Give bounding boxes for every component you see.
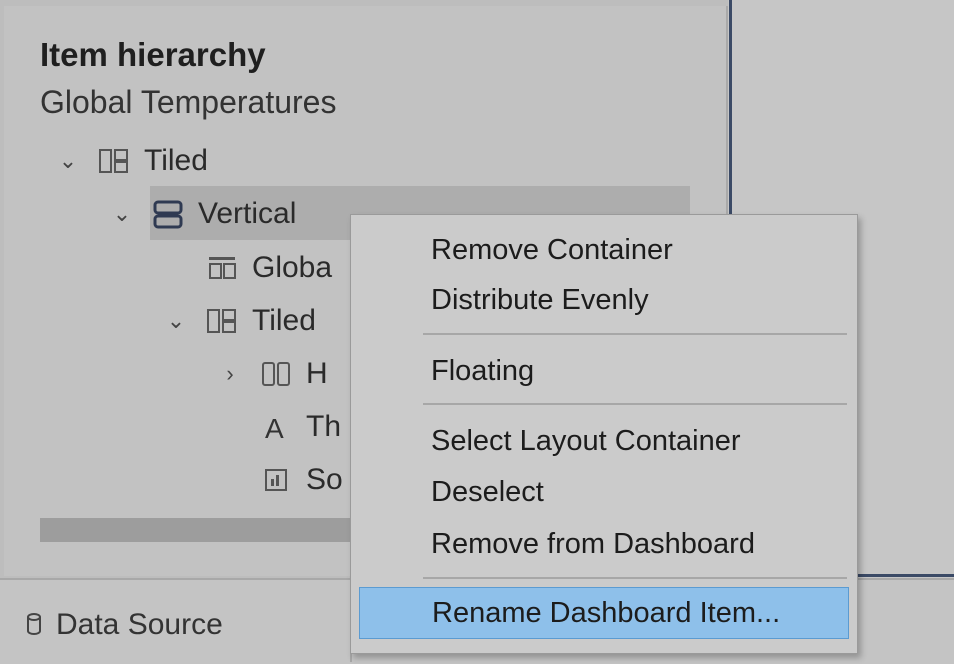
tree-item-label: Th [306, 410, 342, 443]
tree-item-label: Tiled [252, 304, 316, 337]
chevron-down-icon[interactable]: ⌄ [54, 148, 82, 174]
chevron-right-icon[interactable]: › [216, 361, 244, 387]
tree-item-sheet[interactable]: So [216, 455, 343, 505]
horizontal-container-icon [260, 359, 294, 389]
menu-item-remove-container[interactable]: Remove Container [351, 225, 857, 275]
tree-item-tiled[interactable]: ⌄ Tiled [54, 136, 208, 186]
menu-item-select-layout-container[interactable]: Select Layout Container [351, 416, 857, 466]
chevron-down-icon[interactable]: ⌄ [108, 201, 136, 227]
tiled-container-icon [98, 146, 132, 176]
canvas-border [729, 0, 732, 228]
menu-item-label: Distribute Evenly [431, 283, 649, 316]
menu-item-remove-from-dashboard[interactable]: Remove from Dashboard [351, 519, 857, 569]
canvas-border-bottom [856, 574, 954, 577]
chevron-down-icon[interactable]: ⌄ [162, 308, 190, 334]
tree-item-label: H [306, 357, 328, 390]
tree-item-tiled-nested[interactable]: ⌄ Tiled [162, 296, 316, 346]
tree-item-vertical[interactable]: ⌄ Vertical [108, 189, 297, 239]
menu-item-label: Deselect [431, 475, 544, 508]
menu-item-label: Floating [431, 354, 535, 387]
title-icon [206, 253, 240, 283]
menu-item-label: Remove Container [431, 233, 673, 266]
sheet-icon [260, 465, 294, 495]
vertical-container-icon [152, 199, 186, 229]
tree-item-label: Vertical [198, 197, 297, 230]
menu-item-floating[interactable]: Floating [351, 346, 857, 396]
menu-item-rename-dashboard-item[interactable]: Rename Dashboard Item... [359, 587, 849, 639]
tree-item-label: Globa [252, 251, 333, 284]
data-source-label[interactable]: Data Source [56, 608, 223, 642]
tree-item-title[interactable]: Globa [162, 243, 332, 293]
dashboard-name: Global Temperatures [40, 84, 337, 120]
tree-item-label: Tiled [144, 144, 208, 177]
menu-item-label: Select Layout Container [431, 424, 741, 457]
panel-title: Item hierarchy [40, 36, 266, 73]
menu-separator [423, 577, 847, 579]
database-icon [26, 612, 42, 636]
menu-item-label: Rename Dashboard Item... [432, 596, 781, 629]
menu-separator [423, 333, 847, 335]
menu-separator [423, 403, 847, 405]
tree-item-horizontal[interactable]: › H [216, 349, 328, 399]
menu-item-distribute-evenly[interactable]: Distribute Evenly [351, 275, 857, 325]
tiled-container-icon [206, 306, 240, 336]
horizontal-scrollbar[interactable] [40, 518, 370, 542]
context-menu: Remove Container Distribute Evenly Float… [350, 214, 858, 654]
menu-item-label: Remove from Dashboard [431, 527, 755, 560]
text-icon: A [260, 412, 294, 444]
tree-item-text[interactable]: A Th [216, 402, 341, 452]
menu-item-deselect[interactable]: Deselect [351, 467, 857, 517]
svg-text:A: A [265, 413, 284, 442]
tree-item-label: So [306, 463, 343, 496]
